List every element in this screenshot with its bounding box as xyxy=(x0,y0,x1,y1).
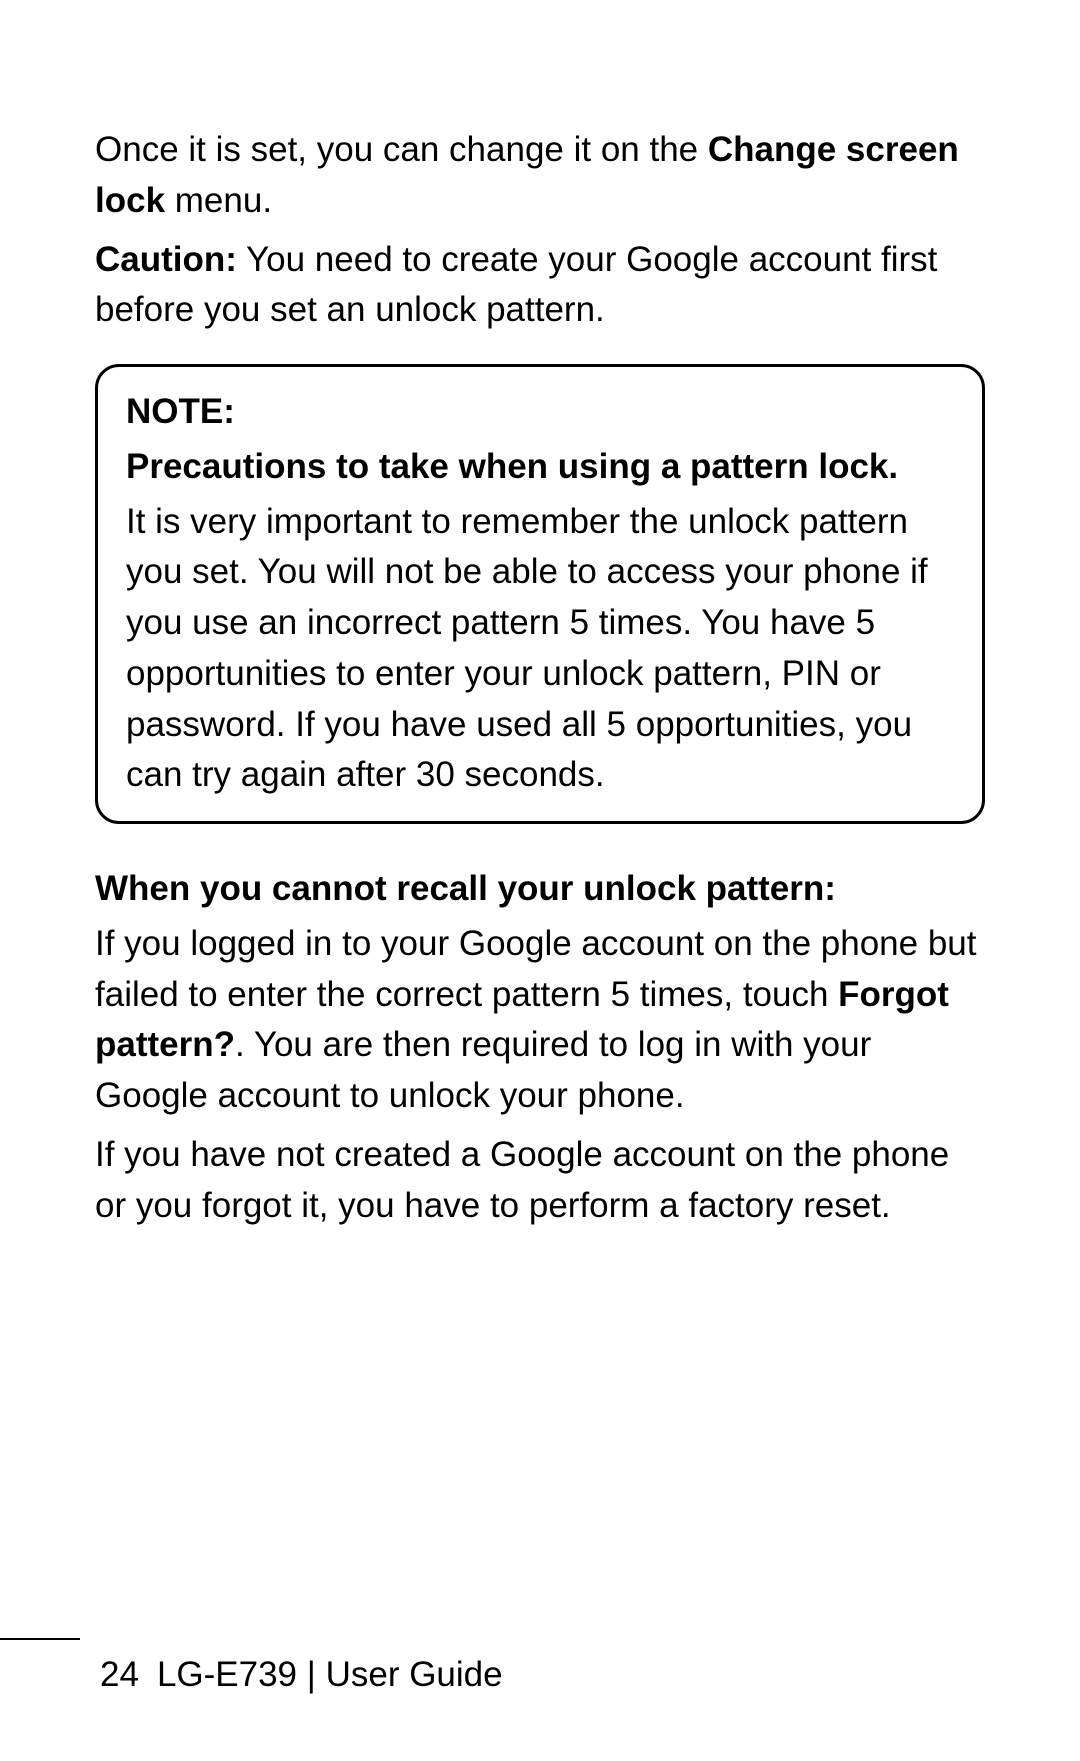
footer-model: LG-E739 xyxy=(157,1655,297,1694)
intro-paragraph: Once it is set, you can change it on the… xyxy=(95,125,985,227)
note-body: It is very important to remember the unl… xyxy=(126,497,954,802)
note-subtitle: Precautions to take when using a pattern… xyxy=(126,442,954,493)
page-footer: 24 LG-E739 | User Guide xyxy=(0,1650,1080,1701)
intro-text-after: menu. xyxy=(165,181,272,220)
page-number: 24 xyxy=(100,1650,139,1701)
footer-divider xyxy=(0,1638,80,1640)
recall-para1: If you logged in to your Google account … xyxy=(95,919,985,1122)
caution-label: Caution: xyxy=(95,240,237,279)
caution-paragraph: Caution: You need to create your Google … xyxy=(95,235,985,337)
page-content: Once it is set, you can change it on the… xyxy=(95,125,985,1231)
note-box: NOTE: Precautions to take when using a p… xyxy=(95,364,985,824)
footer-separator: | xyxy=(297,1655,326,1694)
intro-text-before: Once it is set, you can change it on the xyxy=(95,130,708,169)
recall-heading: When you cannot recall your unlock patte… xyxy=(95,864,985,915)
footer-guide: User Guide xyxy=(326,1655,503,1694)
footer-text: 24 LG-E739 | User Guide xyxy=(95,1650,985,1701)
note-title: NOTE: xyxy=(126,387,954,438)
recall-para2: If you have not created a Google account… xyxy=(95,1130,985,1232)
